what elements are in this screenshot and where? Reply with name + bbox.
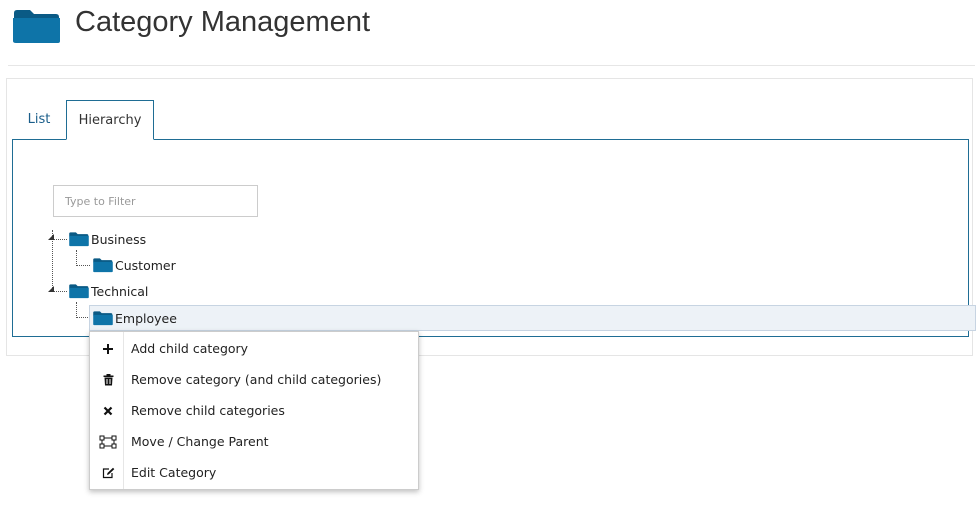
context-menu: Add child category Remove category (and … — [89, 331, 419, 490]
move-icon — [99, 435, 117, 449]
folder-icon — [68, 283, 90, 299]
page-title: Category Management — [75, 6, 370, 38]
menu-item-label: Remove category (and child categories) — [131, 372, 382, 387]
folder-icon — [92, 257, 114, 273]
tree-node-label: Employee — [115, 310, 177, 326]
filter-input[interactable] — [53, 185, 258, 217]
tab-hierarchy[interactable]: Hierarchy — [66, 100, 154, 140]
folder-icon — [68, 231, 90, 247]
tree-node-label: Customer — [115, 257, 176, 273]
tree-node-business[interactable]: Business — [68, 227, 146, 251]
tree-connector — [53, 239, 67, 240]
tree-connector — [77, 265, 90, 266]
x-icon — [101, 404, 115, 418]
folder-icon — [92, 310, 114, 326]
edit-icon — [101, 466, 115, 480]
menu-item-label: Edit Category — [131, 465, 217, 480]
tree-connector — [76, 302, 77, 318]
tree-connector — [76, 250, 77, 266]
tree-node-employee[interactable]: Employee — [92, 306, 177, 330]
tab-list[interactable]: List — [16, 100, 62, 140]
page-header: Category Management — [0, 0, 977, 66]
folder-icon — [13, 10, 60, 43]
menu-item-label: Move / Change Parent — [131, 434, 269, 449]
tree-node-label: Business — [91, 231, 147, 247]
tree-node-label: Technical — [91, 283, 149, 299]
trash-icon — [101, 373, 115, 387]
collapse-toggle-icon[interactable] — [47, 233, 55, 241]
selected-row-highlight — [89, 305, 976, 331]
tree-node-customer[interactable]: Customer — [92, 253, 176, 277]
menu-add-child-category[interactable]: Add child category — [90, 333, 418, 364]
menu-item-label: Remove child categories — [131, 403, 285, 418]
menu-remove-child-categories[interactable]: Remove child categories — [90, 395, 418, 426]
menu-remove-category[interactable]: Remove category (and child categories) — [90, 364, 418, 395]
plus-icon — [101, 342, 115, 356]
menu-edit-category[interactable]: Edit Category — [90, 457, 418, 488]
header-divider — [8, 65, 975, 66]
tree-node-technical[interactable]: Technical — [68, 279, 148, 303]
menu-item-label: Add child category — [131, 341, 249, 356]
tree-connector — [53, 291, 67, 292]
collapse-toggle-icon[interactable] — [47, 285, 55, 293]
menu-move-change-parent[interactable]: Move / Change Parent — [90, 426, 418, 457]
